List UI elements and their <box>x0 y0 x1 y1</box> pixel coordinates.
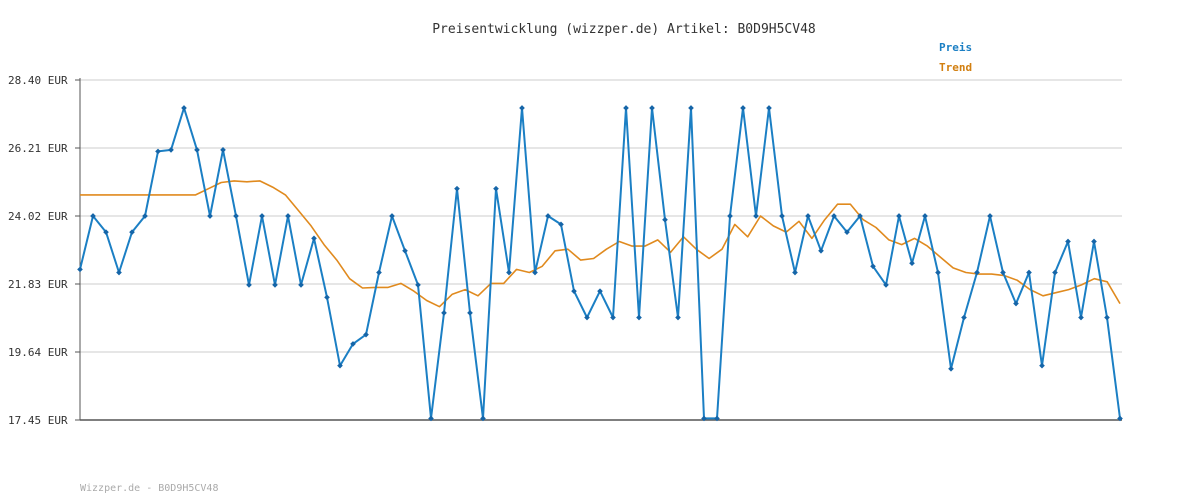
preis-point <box>246 282 252 288</box>
preis-line <box>79 106 1121 420</box>
preis-point <box>298 282 304 288</box>
preis-point <box>948 365 954 372</box>
preis-point <box>454 185 460 192</box>
preis-point <box>389 213 395 219</box>
preis-point <box>961 314 967 321</box>
preis-point <box>1013 300 1019 307</box>
preis-point <box>376 269 382 276</box>
preis-point <box>1104 314 1110 321</box>
preis-point <box>935 269 941 276</box>
preis-point <box>922 213 928 219</box>
preis-point <box>1091 238 1097 245</box>
preis-point <box>402 247 408 254</box>
preis-point <box>116 269 122 276</box>
preis-point <box>1026 269 1032 276</box>
preis-point <box>766 105 772 111</box>
preis-point <box>155 148 161 155</box>
chart-title: Preisentwicklung (wizzper.de) Artikel: B… <box>432 22 816 37</box>
y-tick-label: 28.40 EUR <box>8 74 68 87</box>
preis-point <box>259 213 265 219</box>
preis-point <box>441 310 447 316</box>
preis-point <box>649 105 655 111</box>
preis-point <box>662 216 668 223</box>
trend-line <box>80 180 1121 308</box>
y-tick-label: 24.02 EUR <box>8 210 68 223</box>
preis-point <box>740 105 746 111</box>
preis-point <box>792 269 798 276</box>
preis-point <box>727 213 733 219</box>
y-axis-ticks: 28.40 EUR 26.21 EUR 24.02 EUR 21.83 EUR 19.6… <box>8 74 80 427</box>
preis-point <box>207 213 213 219</box>
preis-point <box>493 185 499 192</box>
footer-credit: Wizzper.de - B0D9H5CV48 <box>80 483 218 494</box>
preis-point <box>636 314 642 321</box>
preis-point <box>909 260 915 267</box>
preis-point <box>753 213 759 219</box>
series-layer <box>77 105 1123 422</box>
preis-point <box>77 266 83 273</box>
preis-point <box>896 213 902 219</box>
preis-point <box>675 314 681 321</box>
preis-point <box>233 213 239 219</box>
preis-point <box>623 105 629 111</box>
y-tick-label: 26.21 EUR <box>8 142 68 155</box>
preis-point <box>311 235 317 242</box>
preis-point <box>415 282 421 288</box>
preis-point <box>818 247 824 254</box>
y-tick-label: 21.83 EUR <box>8 278 68 291</box>
preis-point <box>987 213 993 219</box>
y-tick-label: 19.64 EUR <box>8 346 68 359</box>
preis-point <box>1078 314 1084 321</box>
preis-point <box>467 310 473 316</box>
preis-point <box>688 105 694 111</box>
preis-point <box>1052 269 1058 276</box>
preis-point <box>1039 362 1045 369</box>
preis-point <box>519 105 525 111</box>
legend-preis: Preis <box>939 41 972 54</box>
preis-point <box>272 282 278 288</box>
legend-trend: Trend <box>939 61 972 74</box>
preis-point <box>181 105 187 111</box>
y-tick-label: 17.45 EUR <box>8 414 68 427</box>
price-chart: Preisentwicklung (wizzper.de) Artikel: B… <box>8 22 1123 494</box>
preis-point <box>779 213 785 219</box>
preis-point <box>285 213 291 219</box>
preis-point <box>1065 238 1071 245</box>
preis-point <box>805 213 811 219</box>
preis-point <box>324 294 330 301</box>
